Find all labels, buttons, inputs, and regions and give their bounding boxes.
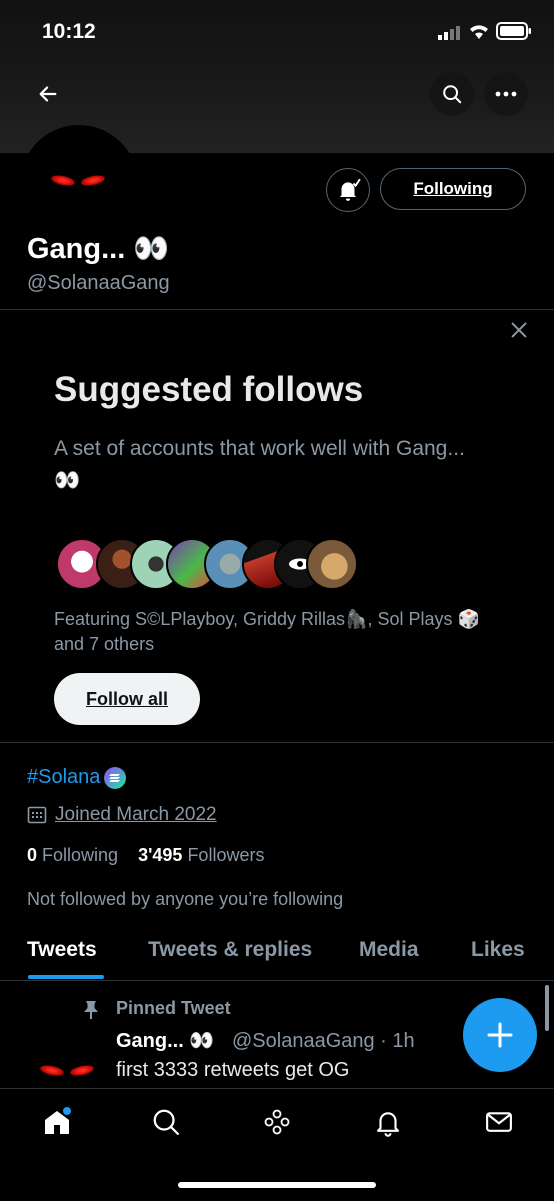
hashtag-link[interactable]: #Solana: [27, 766, 100, 789]
notifications-icon: [376, 1112, 400, 1137]
pin-icon: [82, 1000, 100, 1025]
profile-name: Gang... 👀: [27, 233, 170, 265]
battery-icon: [496, 22, 532, 45]
back-arrow-icon: [39, 86, 57, 102]
home-icon: [45, 1107, 71, 1134]
nav-spaces[interactable]: [259, 1104, 295, 1140]
nav-search[interactable]: [148, 1104, 184, 1140]
follow-stats: 0 Following 3'495 Followers: [27, 845, 264, 866]
suggested-title: Suggested follows: [54, 370, 364, 409]
wifi-icon: [468, 22, 490, 45]
cellular-signal-icon: [438, 24, 462, 45]
home-indicator[interactable]: [178, 1182, 376, 1188]
joined-date: Joined March 2022: [27, 804, 217, 826]
tweet-text[interactable]: first 3333 retweets get OG: [116, 1059, 349, 1082]
more-button[interactable]: [484, 72, 528, 116]
avatar-eye-right: [69, 1063, 95, 1078]
search-icon: [443, 85, 462, 104]
divider: [0, 309, 554, 310]
search-icon: [153, 1109, 179, 1135]
joined-text: Joined March 2022: [55, 804, 217, 825]
pinned-label: Pinned Tweet: [116, 998, 231, 1018]
nav-messages[interactable]: [481, 1104, 517, 1140]
profile-handle: @SolanaaGang: [27, 272, 170, 294]
messages-icon: [486, 1112, 512, 1132]
divider: [0, 742, 554, 743]
spaces-icon: [264, 1109, 290, 1135]
tweet-author[interactable]: Gang... 👀: [116, 1028, 214, 1053]
tab-tweets-replies[interactable]: Tweets & replies: [148, 938, 312, 962]
suggested-avatar: [306, 538, 358, 590]
nav-home[interactable]: [39, 1104, 75, 1140]
divider: [0, 980, 554, 981]
search-button[interactable]: [430, 72, 474, 116]
bio: #Solana: [27, 766, 127, 789]
plus-icon: [487, 1022, 513, 1048]
following-stat[interactable]: 0 Following: [27, 845, 118, 865]
avatar-eye-left: [50, 173, 76, 188]
not-followed-text: Not followed by anyone you’re following: [27, 889, 344, 909]
more-icon: [495, 91, 517, 97]
notification-bell-button[interactable]: [326, 168, 370, 212]
avatar-eye-left: [39, 1063, 65, 1078]
close-icon: [511, 322, 527, 338]
avatar-eye-right: [80, 173, 106, 188]
tweet-avatar[interactable]: [26, 1030, 106, 1090]
followers-stat[interactable]: 3'495 Followers: [138, 845, 264, 865]
follow-all-button[interactable]: Follow all: [54, 673, 200, 725]
nav-notifications[interactable]: [370, 1104, 406, 1140]
tab-media[interactable]: Media: [359, 938, 419, 962]
compose-tweet-button[interactable]: [463, 998, 537, 1072]
tab-likes[interactable]: Likes: [471, 938, 525, 962]
dismiss-suggested-button[interactable]: [508, 319, 532, 343]
featuring-text: Featuring S©LPlayboy, Griddy Rillas🦍, So…: [54, 609, 480, 654]
profile-avatar[interactable]: [20, 125, 138, 243]
back-button[interactable]: [26, 72, 70, 116]
solana-logo-icon: [104, 766, 127, 789]
bell-check-icon: [339, 178, 361, 201]
calendar-icon: [27, 806, 47, 824]
status-time: 10:12: [42, 20, 96, 43]
active-tab-indicator: [28, 975, 104, 979]
suggested-description: A set of accounts that work well with Ga…: [54, 437, 465, 492]
tab-tweets[interactable]: Tweets: [27, 938, 97, 962]
tweet-meta: @SolanaaGang · 1h: [232, 1030, 415, 1052]
scrollbar[interactable]: [545, 985, 549, 1031]
following-button[interactable]: Following: [380, 168, 526, 210]
